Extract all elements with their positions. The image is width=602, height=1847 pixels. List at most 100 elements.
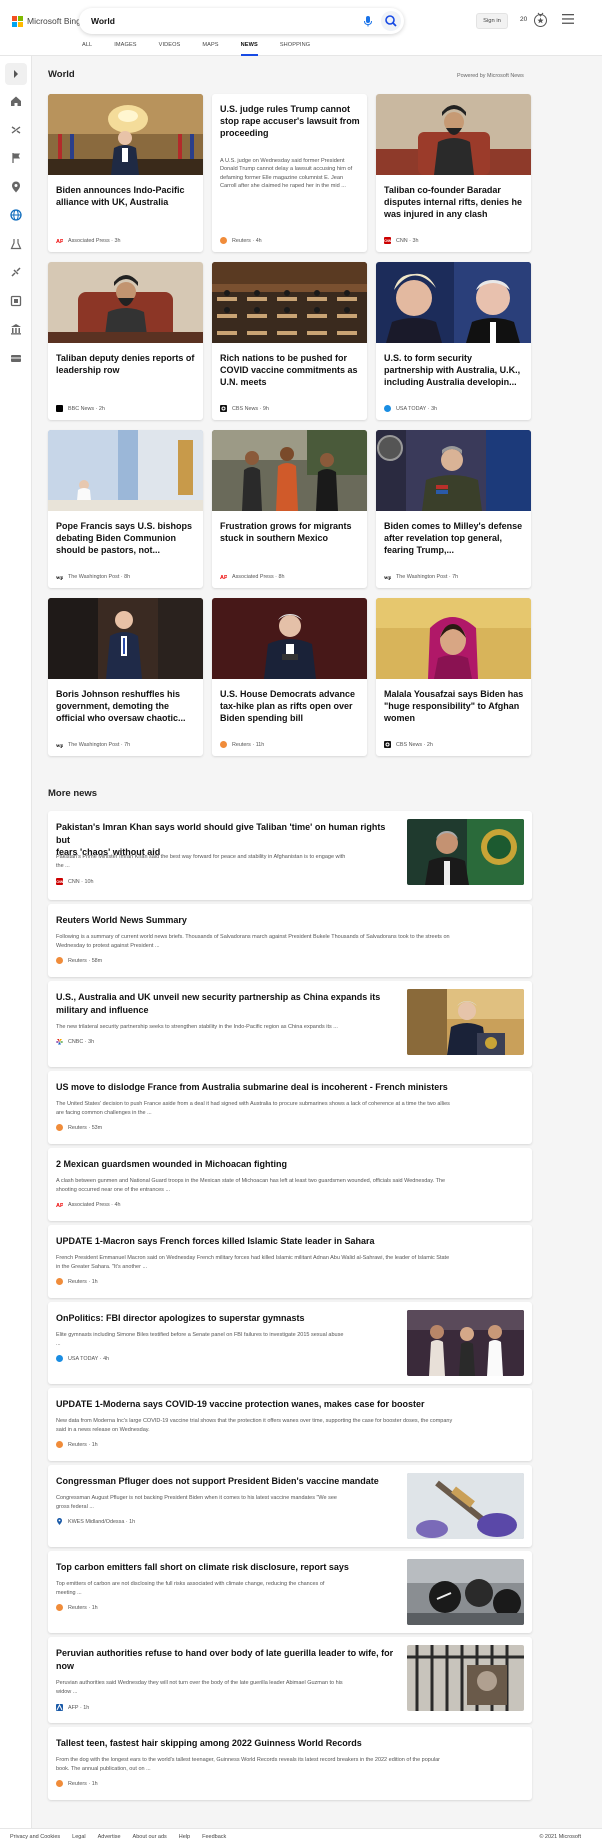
source-name: Reuters: [68, 957, 87, 964]
tab-shopping[interactable]: SHOPPING: [280, 40, 310, 56]
news-list-item[interactable]: OnPolitics: FBI director apologizes to s…: [48, 1302, 532, 1384]
reuters-logo-icon: [56, 957, 63, 964]
footer-link-legal[interactable]: Legal: [72, 1834, 85, 1840]
tab-images[interactable]: IMAGES: [114, 40, 136, 56]
search-button[interactable]: [381, 11, 401, 31]
news-card[interactable]: Pope Francis says U.S. bishops debating …: [48, 430, 203, 588]
news-list-item[interactable]: UPDATE 1-Moderna says COVID-19 vaccine p…: [48, 1388, 532, 1461]
news-card[interactable]: Taliban co-founder Baradar disputes inte…: [376, 94, 531, 252]
news-item-title[interactable]: 2 Mexican guardsmen wounded in Michoacan…: [56, 1158, 526, 1171]
entertainment-icon[interactable]: [9, 294, 23, 308]
science-icon[interactable]: [9, 237, 23, 251]
news-card[interactable]: U.S. to form security partnership with A…: [376, 262, 531, 420]
snippet-line: meeting ...: [56, 1589, 82, 1596]
hamburger-icon[interactable]: [562, 14, 574, 24]
home-icon[interactable]: [9, 94, 23, 108]
news-list-item[interactable]: Pakistan's Imran Khan says world should …: [48, 811, 532, 900]
news-card[interactable]: Biden comes to Milley's defense after re…: [376, 430, 531, 588]
tab-videos[interactable]: VIDEOS: [159, 40, 181, 56]
news-card[interactable]: Taliban deputy denies reports of leaders…: [48, 262, 203, 420]
source-name: CNN: [396, 237, 408, 244]
world-icon[interactable]: [9, 208, 23, 222]
sign-in-button[interactable]: Sign in: [476, 13, 508, 29]
news-card-title[interactable]: Rich nations to be pushed for COVID vacc…: [220, 352, 360, 388]
news-card-title[interactable]: Biden comes to Milley's defense after re…: [384, 520, 524, 556]
news-card[interactable]: Boris Johnson reshuffles his government,…: [48, 598, 203, 756]
news-list-item[interactable]: Tallest teen, fastest hair skipping amon…: [48, 1727, 532, 1800]
news-card[interactable]: U.S. House Democrats advance tax-hike pl…: [212, 598, 367, 756]
rewards-points[interactable]: 20: [520, 16, 527, 23]
medal-icon[interactable]: [533, 12, 548, 28]
tab-maps[interactable]: MAPS: [202, 40, 218, 56]
location-icon[interactable]: [9, 180, 23, 194]
news-item-title[interactable]: U.S., Australia and UK unveil new securi…: [56, 991, 401, 1016]
news-list-item[interactable]: US move to dislodge France from Australi…: [48, 1071, 532, 1144]
news-item-thumbnail[interactable]: [407, 989, 524, 1055]
source-age: 7h: [124, 741, 131, 748]
technology-icon[interactable]: [9, 265, 23, 279]
news-card-title[interactable]: Malala Yousafzai says Biden has "huge re…: [384, 688, 524, 724]
tab-all[interactable]: ALL: [82, 40, 92, 56]
news-card-source: wp The Washington Post · 8h: [56, 573, 131, 580]
news-item-source: USA TODAY · 4h: [56, 1355, 109, 1362]
news-card-title[interactable]: Biden announces Indo-Pacific alliance wi…: [56, 184, 196, 208]
brand-name: Microsoft Bing: [27, 16, 81, 26]
news-item-title[interactable]: US move to dislodge France from Australi…: [56, 1081, 526, 1094]
news-list-item[interactable]: 2 Mexican guardsmen wounded in Michoacan…: [48, 1148, 532, 1221]
news-card[interactable]: Rich nations to be pushed for COVID vacc…: [212, 262, 367, 420]
source-name: Reuters: [232, 741, 251, 748]
news-card[interactable]: Frustration grows for migrants stuck in …: [212, 430, 367, 588]
news-card-image: [376, 94, 531, 175]
footer-link-advertise[interactable]: Advertise: [98, 1834, 121, 1840]
news-item-thumbnail[interactable]: [407, 1473, 524, 1539]
source-age: 1h: [91, 1604, 98, 1611]
news-item-title[interactable]: Peruvian authorities refuse to hand over…: [56, 1647, 401, 1672]
news-list-item[interactable]: Congressman Pfluger does not support Pre…: [48, 1465, 532, 1547]
search-input[interactable]: [91, 14, 331, 28]
bing-logo[interactable]: Microsoft Bing: [12, 14, 81, 28]
news-list-item[interactable]: Reuters World News Summary Following is …: [48, 904, 532, 977]
news-card-title[interactable]: Taliban co-founder Baradar disputes inte…: [384, 184, 524, 220]
svg-text:wp: wp: [384, 575, 391, 580]
microphone-icon[interactable]: [362, 15, 374, 27]
news-card-title[interactable]: U.S. judge rules Trump cannot stop rape …: [220, 103, 360, 139]
news-item-title[interactable]: Top carbon emitters fall short on climat…: [56, 1561, 401, 1574]
title-line: now: [56, 1660, 74, 1671]
news-item-title[interactable]: OnPolitics: FBI director apologizes to s…: [56, 1312, 401, 1325]
us-icon[interactable]: [9, 123, 23, 137]
news-item-thumbnail[interactable]: [407, 1645, 524, 1711]
news-list-item[interactable]: U.S., Australia and UK unveil new securi…: [48, 981, 532, 1067]
news-item-thumbnail[interactable]: [407, 819, 524, 885]
source-age: 11h: [255, 741, 265, 748]
news-item-thumbnail[interactable]: [407, 1310, 524, 1376]
politics-icon[interactable]: [9, 322, 23, 336]
news-card-title[interactable]: Boris Johnson reshuffles his government,…: [56, 688, 196, 724]
news-card-title[interactable]: Taliban deputy denies reports of leaders…: [56, 352, 196, 376]
news-card-title[interactable]: U.S. House Democrats advance tax-hike pl…: [220, 688, 360, 724]
news-list-item[interactable]: UPDATE 1-Macron says French forces kille…: [48, 1225, 532, 1298]
news-item-title[interactable]: UPDATE 1-Moderna says COVID-19 vaccine p…: [56, 1398, 526, 1411]
news-card-title[interactable]: Frustration grows for migrants stuck in …: [220, 520, 360, 544]
business-icon[interactable]: [9, 351, 23, 365]
footer-link-help[interactable]: Help: [179, 1834, 190, 1840]
news-item-title[interactable]: Congressman Pfluger does not support Pre…: [56, 1475, 401, 1488]
news-card[interactable]: Malala Yousafzai says Biden has "huge re…: [376, 598, 531, 756]
news-item-title[interactable]: Reuters World News Summary: [56, 914, 526, 927]
news-list-item[interactable]: Top carbon emitters fall short on climat…: [48, 1551, 532, 1633]
news-card-title[interactable]: U.S. to form security partnership with A…: [384, 352, 524, 388]
tab-news[interactable]: NEWS: [240, 40, 259, 56]
news-card[interactable]: Biden announces Indo-Pacific alliance wi…: [48, 94, 203, 252]
footer-link-privacy[interactable]: Privacy and Cookies: [10, 1834, 60, 1840]
news-item-thumbnail[interactable]: [407, 1559, 524, 1625]
rail-toggle-button[interactable]: [5, 63, 27, 85]
news-card[interactable]: U.S. judge rules Trump cannot stop rape …: [212, 94, 367, 252]
flag-icon[interactable]: [9, 151, 23, 165]
news-item-title[interactable]: Tallest teen, fastest hair skipping amon…: [56, 1737, 526, 1750]
news-card-title[interactable]: Pope Francis says U.S. bishops debating …: [56, 520, 196, 556]
footer-link-feedback[interactable]: Feedback: [202, 1834, 226, 1840]
source-name: CNBC: [68, 1038, 84, 1045]
news-list-item[interactable]: Peruvian authorities refuse to hand over…: [48, 1637, 532, 1723]
footer-link-about-ads[interactable]: About our ads: [133, 1834, 167, 1840]
news-card-snippet: A U.S. judge on Wednesday said former Pr…: [220, 158, 353, 190]
news-item-title[interactable]: UPDATE 1-Macron says French forces kille…: [56, 1235, 526, 1248]
